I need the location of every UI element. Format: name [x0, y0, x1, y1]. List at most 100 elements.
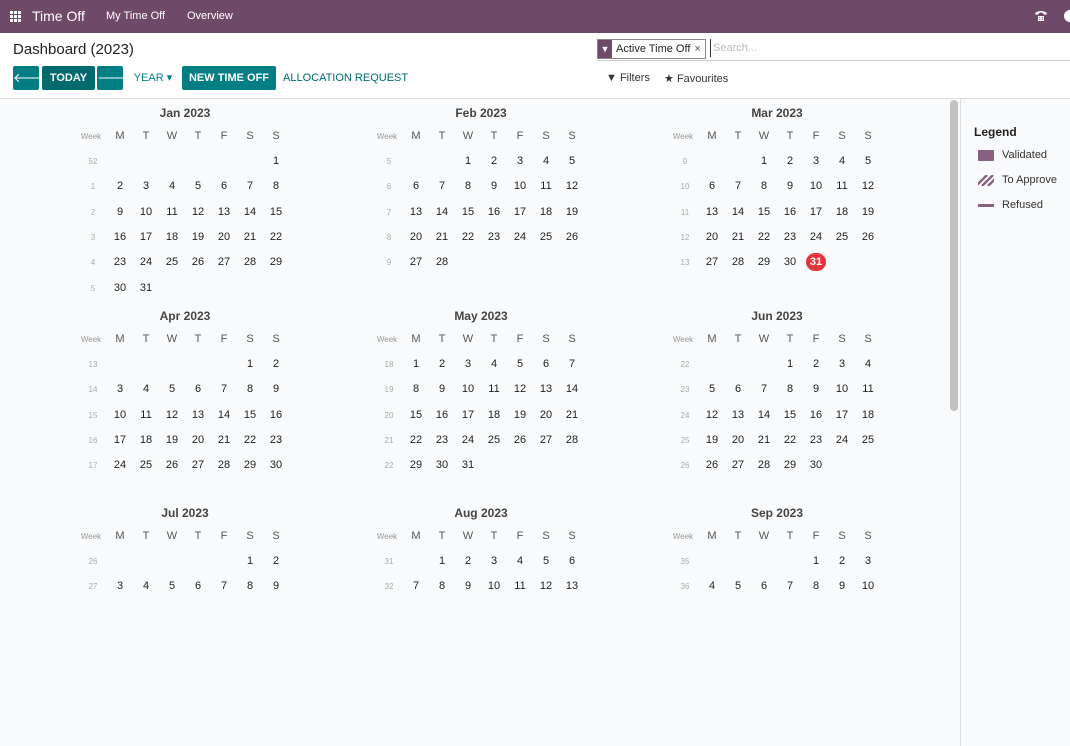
day-cell[interactable]: 3	[803, 155, 829, 167]
day-cell[interactable]: 24	[133, 256, 159, 268]
day-cell[interactable]: 28	[725, 256, 751, 268]
day-cell[interactable]: 9	[107, 206, 133, 218]
day-cell[interactable]: 9	[429, 383, 455, 395]
day-cell[interactable]: 16	[777, 206, 803, 218]
day-cell[interactable]: 30	[429, 459, 455, 471]
day-cell[interactable]: 18	[159, 231, 185, 243]
facet-remove-icon[interactable]: ×	[694, 43, 704, 55]
day-cell[interactable]: 6	[751, 580, 777, 592]
day-cell[interactable]: 25	[855, 434, 881, 446]
day-cell[interactable]: 15	[263, 206, 289, 218]
day-cell[interactable]: 2	[263, 555, 289, 567]
day-cell[interactable]: 2	[263, 358, 289, 370]
day-cell[interactable]: 31	[133, 282, 159, 294]
allocation-request-button[interactable]: ALLOCATION REQUEST	[283, 66, 408, 90]
day-cell[interactable]: 5	[725, 580, 751, 592]
scale-dropdown[interactable]: YEAR ▾	[128, 66, 178, 90]
day-cell[interactable]: 23	[263, 434, 289, 446]
day-cell[interactable]: 13	[403, 206, 429, 218]
day-cell[interactable]: 4	[133, 580, 159, 592]
day-cell[interactable]: 22	[237, 434, 263, 446]
day-cell[interactable]: 24	[107, 459, 133, 471]
day-cell[interactable]: 9	[481, 180, 507, 192]
day-cell[interactable]: 13	[211, 206, 237, 218]
day-cell[interactable]: 12	[559, 180, 585, 192]
day-cell[interactable]: 19	[699, 434, 725, 446]
day-cell[interactable]: 20	[725, 434, 751, 446]
day-cell[interactable]: 5	[159, 580, 185, 592]
day-cell[interactable]: 8	[429, 580, 455, 592]
day-cell[interactable]: 8	[803, 580, 829, 592]
new-time-off-button[interactable]: NEW TIME OFF	[182, 66, 276, 90]
day-cell[interactable]: 2	[107, 180, 133, 192]
day-cell[interactable]: 21	[429, 231, 455, 243]
day-cell[interactable]: 11	[533, 180, 559, 192]
day-cell[interactable]: 11	[481, 383, 507, 395]
day-cell[interactable]: 22	[263, 231, 289, 243]
day-cell[interactable]: 8	[751, 180, 777, 192]
day-cell[interactable]: 27	[211, 256, 237, 268]
day-cell[interactable]: 15	[237, 409, 263, 421]
day-cell[interactable]: 24	[455, 434, 481, 446]
day-cell[interactable]: 9	[803, 383, 829, 395]
day-cell[interactable]: 22	[751, 231, 777, 243]
day-cell[interactable]: 18	[133, 434, 159, 446]
day-cell[interactable]: 7	[559, 358, 585, 370]
day-cell[interactable]: 16	[429, 409, 455, 421]
day-cell[interactable]: 15	[777, 409, 803, 421]
day-cell[interactable]: 10	[107, 409, 133, 421]
day-cell[interactable]: 5	[185, 180, 211, 192]
day-cell[interactable]: 18	[855, 409, 881, 421]
day-cell[interactable]: 25	[133, 459, 159, 471]
day-cell[interactable]: 13	[725, 409, 751, 421]
day-cell[interactable]: 27	[725, 459, 751, 471]
day-cell[interactable]: 17	[803, 206, 829, 218]
day-cell[interactable]: 5	[699, 383, 725, 395]
day-cell[interactable]: 25	[533, 231, 559, 243]
day-cell[interactable]: 16	[263, 409, 289, 421]
filters-button[interactable]: ▼ Filters	[606, 72, 650, 84]
day-cell[interactable]: 15	[455, 206, 481, 218]
day-cell[interactable]: 15	[403, 409, 429, 421]
day-cell[interactable]: 28	[559, 434, 585, 446]
day-cell[interactable]: 27	[185, 459, 211, 471]
day-cell[interactable]: 3	[507, 155, 533, 167]
day-cell[interactable]: 16	[107, 231, 133, 243]
day-cell[interactable]: 1	[263, 155, 289, 167]
day-cell[interactable]: 4	[133, 383, 159, 395]
day-cell[interactable]: 25	[829, 231, 855, 243]
day-cell[interactable]: 1	[803, 555, 829, 567]
day-cell[interactable]: 12	[185, 206, 211, 218]
day-cell[interactable]: 22	[403, 434, 429, 446]
day-cell[interactable]: 6	[185, 383, 211, 395]
day-cell[interactable]: 31	[455, 459, 481, 471]
day-cell[interactable]: 9	[455, 580, 481, 592]
day-cell[interactable]: 2	[455, 555, 481, 567]
day-cell[interactable]: 7	[211, 580, 237, 592]
day-cell[interactable]: 9	[263, 580, 289, 592]
day-cell[interactable]: 6	[211, 180, 237, 192]
day-cell[interactable]: 26	[185, 256, 211, 268]
next-button[interactable]: 🡒	[97, 66, 132, 90]
day-cell[interactable]: 10	[507, 180, 533, 192]
day-cell[interactable]: 19	[855, 206, 881, 218]
day-cell[interactable]: 20	[699, 231, 725, 243]
day-cell[interactable]: 6	[403, 180, 429, 192]
day-cell[interactable]: 26	[159, 459, 185, 471]
day-cell[interactable]: 3	[829, 358, 855, 370]
day-cell[interactable]: 4	[507, 555, 533, 567]
day-cell[interactable]: 2	[481, 155, 507, 167]
app-name[interactable]: Time Off	[32, 8, 85, 24]
day-cell[interactable]: 26	[699, 459, 725, 471]
day-cell[interactable]: 13	[699, 206, 725, 218]
day-cell[interactable]: 23	[803, 434, 829, 446]
day-cell[interactable]: 1	[403, 358, 429, 370]
day-cell[interactable]: 30	[263, 459, 289, 471]
day-cell[interactable]: 6	[725, 383, 751, 395]
day-cell[interactable]: 7	[725, 180, 751, 192]
day-cell[interactable]: 7	[777, 580, 803, 592]
day-cell[interactable]: 2	[829, 555, 855, 567]
day-cell[interactable]: 11	[159, 206, 185, 218]
day-cell[interactable]: 14	[559, 383, 585, 395]
today-day-cell[interactable]: 31	[806, 253, 826, 272]
